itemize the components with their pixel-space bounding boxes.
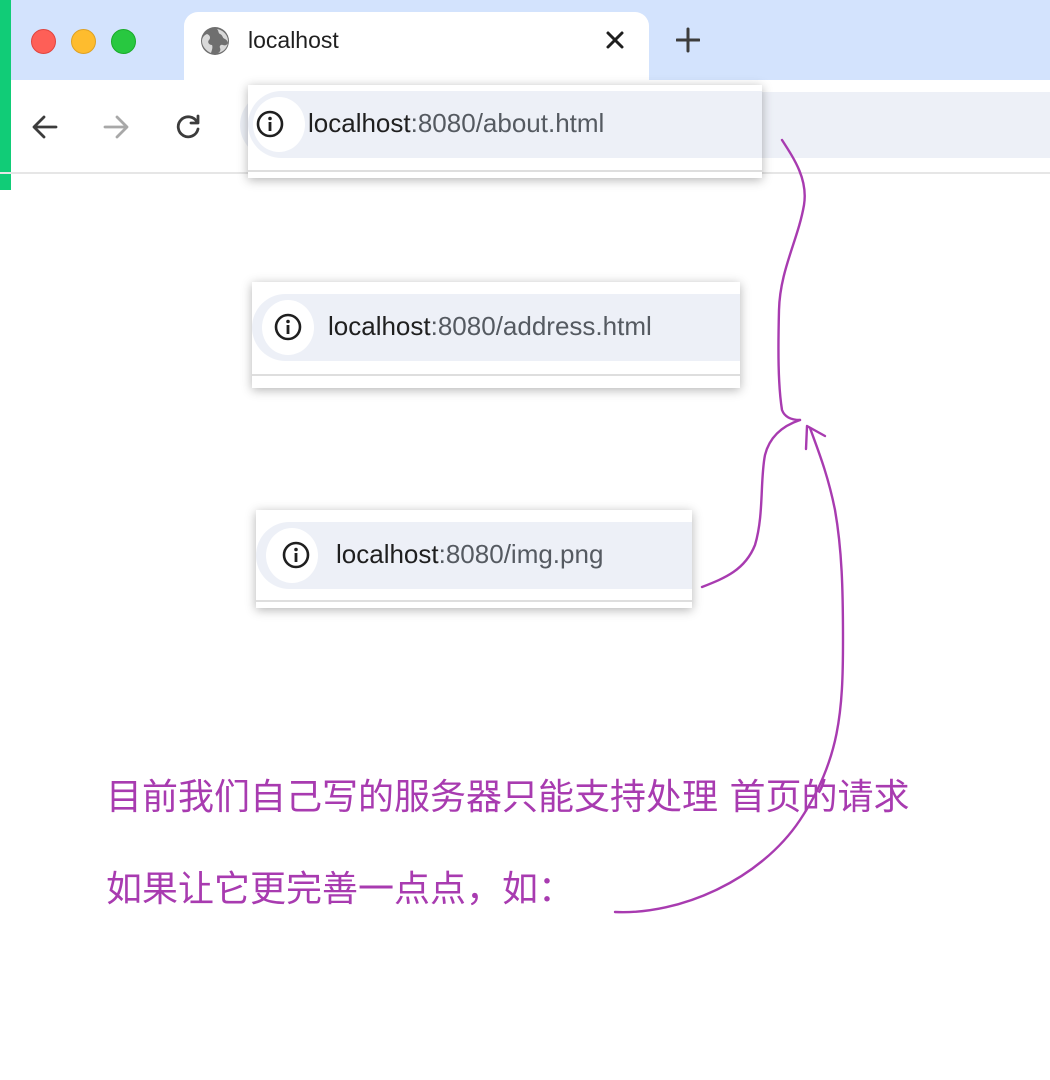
bracket-line: [777, 138, 806, 422]
annotation-line-1: 目前我们自己写的服务器只能支持处理 首页的请求: [106, 777, 910, 818]
bracket-line: [700, 418, 802, 589]
annotation-line-2: 如果让它更完善一点点，如：: [106, 869, 575, 910]
annotation-arrows: [613, 138, 845, 914]
arrow-curve: [613, 426, 845, 914]
